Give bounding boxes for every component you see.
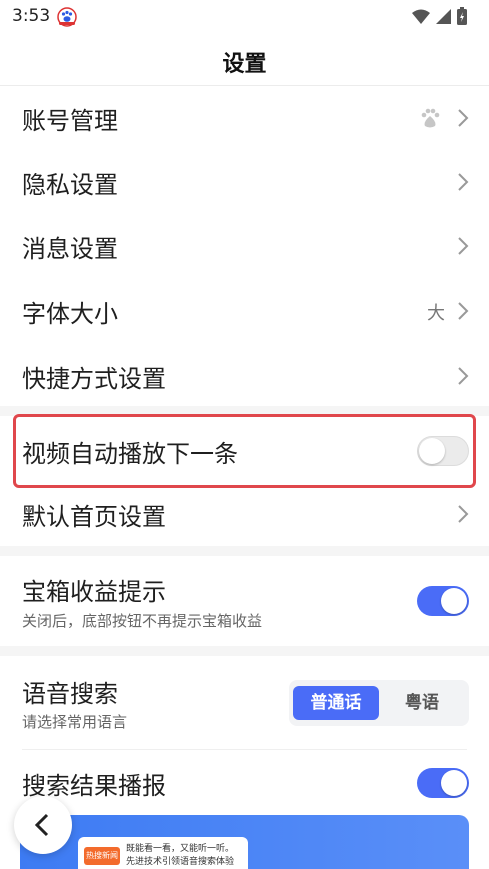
toggle-knob xyxy=(441,588,467,614)
row-font-size-label: 字体大小 xyxy=(22,300,118,328)
language-option-mandarin[interactable]: 普通话 xyxy=(293,686,379,720)
row-treasure-label: 宝箱收益提示 xyxy=(22,578,166,606)
baidu-paw-icon xyxy=(421,108,440,128)
row-treasure-subtitle: 关闭后，底部按钮不再提示宝箱收益 xyxy=(22,612,263,630)
row-homepage[interactable]: 默认首页设置 xyxy=(0,482,489,546)
status-bar: 3:53 xyxy=(0,0,489,34)
broadcast-toggle[interactable] xyxy=(417,768,469,798)
row-voice-search-label: 语音搜索 xyxy=(22,680,118,708)
row-account[interactable]: 账号管理 xyxy=(0,86,489,150)
row-shortcut-label: 快捷方式设置 xyxy=(22,365,166,393)
font-size-value: 大 xyxy=(427,303,445,324)
section-gap xyxy=(0,546,489,556)
banner-text: 既能看一看，又能听一听。 先进技术引领语音搜索体验 xyxy=(126,844,235,867)
row-homepage-label: 默认首页设置 xyxy=(22,503,166,531)
chevron-right-icon xyxy=(458,173,469,191)
status-time: 3:53 xyxy=(12,6,51,26)
back-button[interactable] xyxy=(14,796,72,854)
banner-card: 热搜新闻 既能看一看，又能听一听。 先进技术引领语音搜索体验 xyxy=(78,837,248,869)
row-privacy-label: 隐私设置 xyxy=(22,171,118,199)
row-voice-search-subtitle: 请选择常用语言 xyxy=(22,713,128,731)
row-account-label: 账号管理 xyxy=(22,107,118,135)
wifi-icon xyxy=(412,9,430,24)
chevron-right-icon xyxy=(458,237,469,255)
chevron-right-icon xyxy=(458,505,469,523)
row-broadcast: 搜索结果播报 xyxy=(0,752,489,816)
treasure-toggle[interactable] xyxy=(417,586,469,616)
divider xyxy=(22,749,467,750)
row-message-label: 消息设置 xyxy=(22,235,118,263)
page-title: 设置 xyxy=(222,52,267,77)
banner-chip: 热搜新闻 xyxy=(84,847,120,865)
toggle-knob xyxy=(441,770,467,796)
highlight-box xyxy=(13,414,476,488)
row-message[interactable]: 消息设置 xyxy=(0,214,489,278)
row-font-size[interactable]: 字体大小 大 xyxy=(0,279,489,343)
language-option-cantonese[interactable]: 粤语 xyxy=(379,686,465,720)
row-shortcut[interactable]: 快捷方式设置 xyxy=(0,344,489,408)
battery-icon xyxy=(457,7,467,25)
row-privacy[interactable]: 隐私设置 xyxy=(0,150,489,214)
chevron-right-icon xyxy=(458,302,469,320)
chevron-right-icon xyxy=(458,109,469,127)
section-gap xyxy=(0,646,489,656)
nav-bar: 设置 xyxy=(0,34,489,86)
signal-icon xyxy=(436,8,451,24)
promo-banner[interactable]: 热搜新闻 既能看一看，又能听一听。 先进技术引领语音搜索体验 xyxy=(20,815,469,869)
baidu-app-icon xyxy=(57,7,77,27)
language-segmented-control: 普通话 粤语 xyxy=(289,680,469,726)
chevron-left-icon xyxy=(34,813,49,837)
row-treasure: 宝箱收益提示 关闭后，底部按钮不再提示宝箱收益 xyxy=(0,558,489,646)
chevron-right-icon xyxy=(458,367,469,385)
